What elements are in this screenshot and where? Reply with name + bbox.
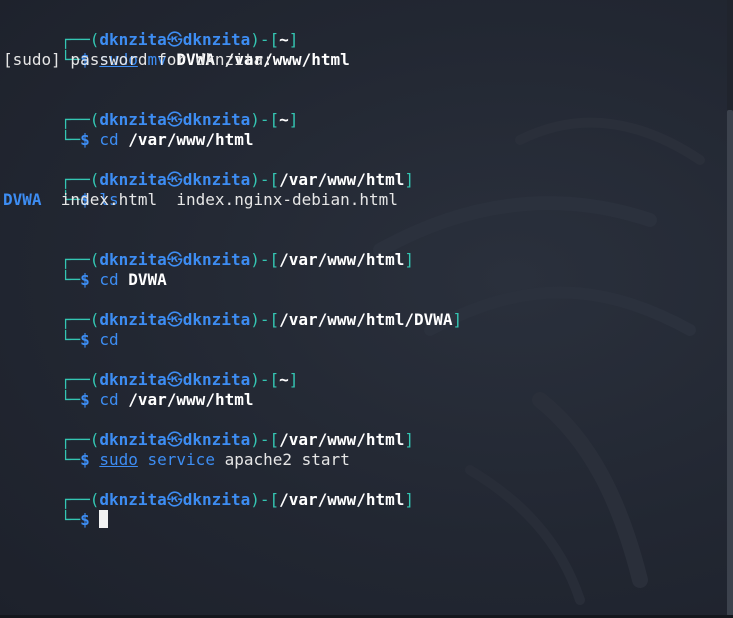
- command-args: /var/www/html: [128, 390, 254, 409]
- prompt-line: ┌──(dknzita㉿dknzita)-[~]: [3, 350, 719, 389]
- prompt-dollar: $: [80, 130, 90, 149]
- command-sudo: sudo: [99, 450, 138, 469]
- prompt-dollar: $: [80, 270, 90, 289]
- command-line: └─$ ls: [3, 170, 719, 209]
- vertical-scrollbar[interactable]: [727, 0, 733, 618]
- prompt-dollar: $: [80, 390, 90, 409]
- file-entries: index.html index.nginx-debian.html: [41, 190, 398, 209]
- prompt-dollar: $: [80, 510, 90, 529]
- command-name: service: [147, 450, 215, 469]
- prompt-dollar: $: [80, 450, 90, 469]
- prompt-line: ┌──(dknzita㉿dknzita)-[~]: [3, 90, 719, 129]
- text-cursor[interactable]: [99, 510, 109, 528]
- command-line: └─$ cd: [3, 310, 719, 349]
- command-line: └─$ sudo mv DVWA /var/www/html: [3, 30, 719, 69]
- prompt-dollar: $: [80, 330, 90, 349]
- terminal-output: ┌──(dknzita㉿dknzita)-[~] └─$ sudo mv DVW…: [3, 10, 719, 529]
- output-line: [sudo] password for dknzita:: [3, 50, 719, 70]
- prompt-frame-second: └─: [60, 270, 81, 289]
- prompt-line: ┌──(dknzita㉿dknzita)-[/var/www/html]: [3, 150, 719, 189]
- prompt-line: ┌──(dknzita㉿dknzita)-[/var/www/html]: [3, 410, 719, 449]
- command-name: cd: [99, 390, 119, 409]
- prompt-line: ┌──(dknzita㉿dknzita)-[/var/www/html]: [3, 230, 719, 269]
- command-name: cd: [99, 130, 119, 149]
- command-output: [sudo] password for dknzita:: [3, 50, 273, 69]
- scrollbar-thumb[interactable]: [727, 110, 733, 616]
- command-line: └─$ cd /var/www/html: [3, 370, 719, 409]
- output-line: DVWA index.html index.nginx-debian.html: [3, 190, 719, 210]
- command-args: /var/www/html: [128, 130, 254, 149]
- prompt-frame-second: └─: [60, 130, 81, 149]
- command-name: cd: [99, 330, 119, 349]
- prompt-frame-second: └─: [60, 330, 81, 349]
- terminal-window[interactable]: ┌──(dknzita㉿dknzita)-[~] └─$ sudo mv DVW…: [0, 0, 733, 618]
- command-input-line[interactable]: └─$: [3, 490, 719, 529]
- prompt-line: ┌──(dknzita㉿dknzita)-[~]: [3, 10, 719, 49]
- command-name: cd: [99, 270, 119, 289]
- command-line: └─$ sudo service apache2 start: [3, 430, 719, 469]
- command-line: └─$ cd /var/www/html: [3, 110, 719, 149]
- command-args: DVWA: [128, 270, 167, 289]
- prompt-frame-second: └─: [60, 390, 81, 409]
- prompt-line: ┌──(dknzita㉿dknzita)-[/var/www/html]: [3, 470, 719, 509]
- command-line: └─$ cd DVWA: [3, 250, 719, 289]
- prompt-frame-second: └─: [60, 450, 81, 469]
- command-args: apache2 start: [224, 450, 350, 469]
- directory-entry: DVWA: [3, 190, 42, 209]
- prompt-line: ┌──(dknzita㉿dknzita)-[/var/www/html/DVWA…: [3, 290, 719, 329]
- prompt-frame-second: └─: [60, 510, 81, 529]
